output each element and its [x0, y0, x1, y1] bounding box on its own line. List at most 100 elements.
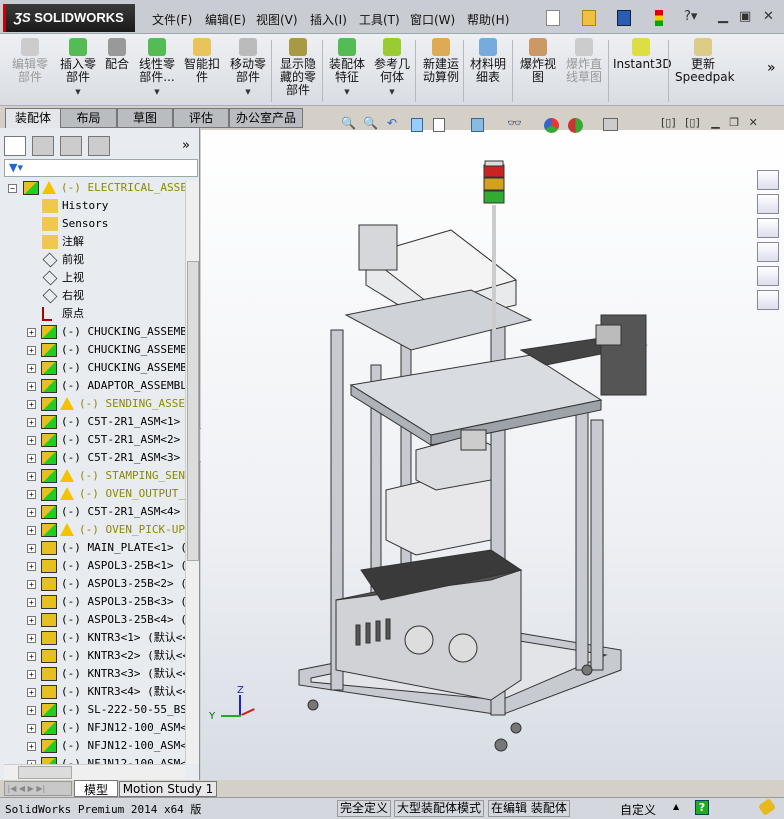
menu-item[interactable]: 文件(F) — [152, 11, 192, 28]
tree-item[interactable]: + (-) SENDING_ASSEMBL — [0, 395, 185, 413]
property-manager-tab-icon[interactable] — [32, 136, 54, 156]
zoom-to-fit-icon[interactable]: 🔍 — [341, 116, 356, 130]
tab-motion-study[interactable]: Motion Study 1 — [119, 781, 217, 797]
display-manager-tab-icon[interactable] — [88, 136, 110, 156]
menu-item[interactable]: 编辑(E) — [205, 11, 246, 28]
tree-vertical-scrollbar[interactable] — [185, 181, 199, 764]
menu-item[interactable]: 视图(V) — [256, 11, 298, 28]
tree-item[interactable]: + (-) ASPOL3-25B<3> (默 — [0, 593, 185, 611]
tree-item[interactable]: + (-) STAMPING_SENDI — [0, 467, 185, 485]
menu-item[interactable]: 帮助(H) — [467, 11, 509, 28]
view-palette-icon[interactable] — [757, 242, 779, 262]
tree-item[interactable]: Sensors — [0, 215, 185, 233]
tree-item[interactable]: 上视 — [0, 269, 185, 287]
assembly-model[interactable] — [201, 130, 784, 797]
tree-item[interactable]: + (-) KNTR3<4> (默认<< — [0, 683, 185, 701]
toolbar-button[interactable]: 参考几 何体 ▼ — [372, 38, 412, 99]
collapse-icon[interactable]: − — [8, 184, 17, 193]
tab-nav-arrows[interactable]: |◀ ◀ ▶ ▶| — [4, 781, 72, 796]
split-view-right-icon[interactable]: [▯] — [685, 116, 700, 129]
expand-icon[interactable]: + — [27, 418, 36, 427]
tree-item[interactable]: + (-) C5T-2R1_ASM<1> ( — [0, 413, 185, 431]
toolbar-button[interactable]: 材料明 细表 — [468, 38, 508, 84]
expand-icon[interactable]: + — [27, 400, 36, 409]
dropdown-arrow-icon[interactable]: ▼ — [226, 86, 270, 99]
expand-icon[interactable]: + — [27, 454, 36, 463]
expand-icon[interactable]: + — [27, 652, 36, 661]
more-tools-icon[interactable]: » — [767, 60, 776, 76]
graphics-area[interactable]: 🔍 🔍 ↶ 👓 [▯] [▯] ▁ ❐ ✕ Z Y — [201, 116, 784, 797]
save-icon[interactable] — [617, 10, 631, 26]
toolbar-button[interactable]: 编辑零 部件 — [6, 38, 54, 84]
close-button[interactable]: ✕ — [763, 9, 774, 24]
rebuild-traffic-light-icon[interactable] — [655, 10, 663, 26]
help-icon-status[interactable]: ? — [695, 800, 709, 815]
open-folder-icon[interactable] — [582, 10, 596, 26]
tab-model[interactable]: 模型 — [74, 780, 118, 797]
toolbar-button[interactable]: 移动零 部件 ▼ — [226, 38, 270, 99]
expand-icon[interactable]: + — [27, 562, 36, 571]
status-units[interactable]: 自定义 — [620, 801, 656, 818]
expand-panel-icon[interactable]: » — [182, 138, 190, 153]
tree-item[interactable]: + (-) ASPOL3-25B<4> (默 — [0, 611, 185, 629]
tree-item[interactable]: − (-) ELECTRICAL_ASSEMBL — [0, 179, 185, 197]
expand-icon[interactable]: + — [27, 472, 36, 481]
help-icon[interactable]: ?▾ — [684, 9, 697, 24]
tree-filter-input[interactable]: ▼▾ — [4, 159, 198, 177]
configuration-manager-tab-icon[interactable] — [60, 136, 82, 156]
toolbar-button[interactable]: 插入零 部件 ▼ — [56, 38, 100, 99]
tree-horizontal-scrollbar[interactable] — [4, 764, 185, 780]
tree-item[interactable]: + (-) ASPOL3-25B<1> (默 — [0, 557, 185, 575]
tab-1[interactable]: 布局 — [60, 108, 117, 128]
expand-icon[interactable]: + — [27, 346, 36, 355]
tree-item[interactable]: 前视 — [0, 251, 185, 269]
solidworks-resources-icon[interactable] — [757, 170, 779, 190]
h-scroll-thumb[interactable] — [18, 766, 72, 779]
tree-item[interactable]: + (-) NFJN12-100_ASM<1 — [0, 719, 185, 737]
expand-icon[interactable]: + — [27, 328, 36, 337]
toolbar-button[interactable]: 配合 — [104, 38, 130, 71]
previous-view-icon[interactable]: ↶ — [387, 116, 397, 130]
expand-icon[interactable]: + — [27, 508, 36, 517]
tag-icon[interactable] — [757, 798, 777, 816]
dropdown-arrow-icon[interactable]: ▼ — [325, 86, 369, 99]
toolbar-button[interactable]: 更新 Speedpak — [675, 38, 735, 84]
toolbar-button[interactable]: 爆炸直 线草图 — [562, 38, 606, 84]
maximize-button[interactable]: ▣ — [739, 9, 751, 24]
toolbar-button[interactable]: 智能扣 件 — [182, 38, 222, 84]
tree-item[interactable]: 注解 — [0, 233, 185, 251]
appearances-scenes-icon[interactable] — [757, 266, 779, 286]
units-up-arrow-icon[interactable]: ▲ — [673, 802, 679, 811]
tree-item[interactable]: + (-) KNTR3<2> (默认<< — [0, 647, 185, 665]
toolbar-button[interactable]: 线性零 部件... ▼ — [135, 38, 179, 99]
tree-item[interactable]: + (-) C5T-2R1_ASM<4> ( — [0, 503, 185, 521]
expand-icon[interactable]: + — [27, 688, 36, 697]
menu-item[interactable]: 插入(I) — [310, 11, 347, 28]
expand-icon[interactable]: + — [27, 724, 36, 733]
display-style-icon[interactable]: 👓 — [507, 116, 522, 130]
design-library-icon[interactable] — [757, 194, 779, 214]
tab-3[interactable]: 评估 — [173, 108, 229, 128]
viewport-close-button[interactable]: ✕ — [749, 116, 758, 129]
tree-item[interactable]: + (-) NFJN12-100_ASM<2 — [0, 737, 185, 755]
tab-0[interactable]: 装配体 — [5, 108, 61, 130]
expand-icon[interactable]: + — [27, 544, 36, 553]
minimize-button[interactable]: ▁ — [718, 9, 728, 24]
tab-4[interactable]: 办公室产品 — [229, 108, 303, 128]
menu-item[interactable]: 工具(T) — [359, 11, 400, 28]
toolbar-button[interactable]: 爆炸视 图 — [517, 38, 559, 84]
toolbar-button[interactable]: 显示隐 藏的零 部件 — [278, 38, 318, 97]
expand-icon[interactable]: + — [27, 436, 36, 445]
tab-2[interactable]: 草图 — [117, 108, 173, 128]
toolbar-button[interactable]: 新建运 动算例 — [419, 38, 463, 84]
expand-icon[interactable]: + — [27, 490, 36, 499]
tree-item[interactable]: + (-) C5T-2R1_ASM<3> ( — [0, 449, 185, 467]
dropdown-arrow-icon[interactable]: ▼ — [372, 86, 412, 99]
tree-item[interactable]: + (-) CHUCKING_ASSEMBLY — [0, 323, 185, 341]
expand-icon[interactable]: + — [27, 634, 36, 643]
expand-icon[interactable]: + — [27, 580, 36, 589]
tree-item[interactable]: 原点 — [0, 305, 185, 323]
tree-item[interactable]: History — [0, 197, 185, 215]
new-document-icon[interactable] — [546, 10, 560, 26]
split-view-left-icon[interactable]: [▯] — [661, 116, 676, 129]
